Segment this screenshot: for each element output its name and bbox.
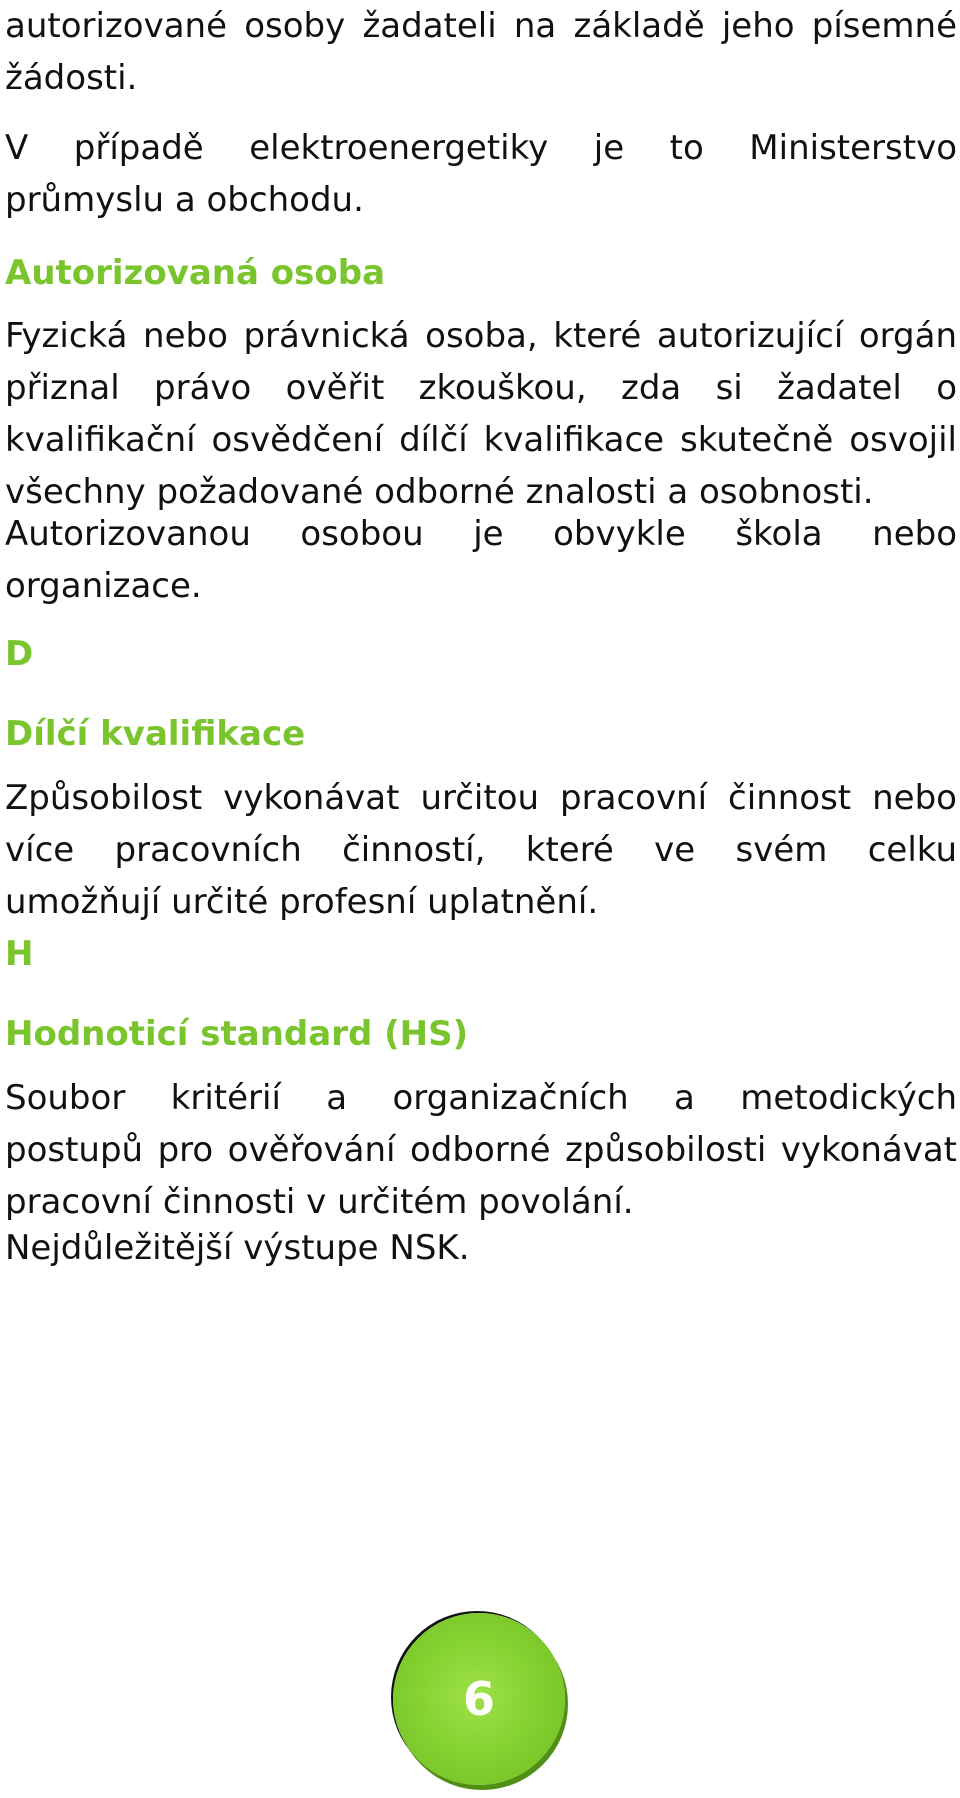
paragraph-nsk-note: Nejdůležitější výstupe NSK. xyxy=(5,1228,470,1268)
text-line: postupů pro ověřování odborné způsobilos… xyxy=(5,1130,957,1170)
paragraph-definition-autorizovana: Fyzická nebo právnická osoba, které auto… xyxy=(5,310,957,518)
text-line: autorizované osoby žadateli na základě j… xyxy=(5,6,957,46)
text-line: kvalifikační osvědčení dílčí kvalifikace… xyxy=(5,420,957,460)
text-line: umožňují určité profesní uplatnění. xyxy=(5,882,599,922)
page-number: 6 xyxy=(462,1672,495,1726)
text-line: organizace. xyxy=(5,566,202,606)
paragraph-definition-hodnotici: Soubor kritérií a organizačních a metodi… xyxy=(5,1072,957,1228)
heading-autorizovana-osoba: Autorizovaná osoba xyxy=(5,253,386,293)
paragraph-ministry: V případě elektroenergetiky je to Minist… xyxy=(5,122,957,226)
paragraph-definition-dilci: Způsobilost vykonávat určitou pracovní č… xyxy=(5,772,957,928)
text-line: pracovní činnosti v určitém povolání. xyxy=(5,1182,634,1222)
paragraph-intro: autorizované osoby žadateli na základě j… xyxy=(5,0,957,104)
text-line: Fyzická nebo právnická osoba, které auto… xyxy=(5,316,957,356)
text-line: přiznal právo ověřit zkouškou, zda si ža… xyxy=(5,368,957,408)
text-line: žádosti. xyxy=(5,58,138,98)
heading-hodnotici-standard: Hodnoticí standard (HS) xyxy=(5,1014,469,1054)
text-line: Způsobilost vykonávat určitou pracovní č… xyxy=(5,778,957,818)
paragraph-autorizovana-example: Autorizovanou osobou je obvykle škola ne… xyxy=(5,508,957,612)
section-letter-h: H xyxy=(5,934,34,974)
heading-dilci-kvalifikace: Dílčí kvalifikace xyxy=(5,714,306,754)
text-line: Autorizovanou osobou je obvykle škola ne… xyxy=(5,514,957,554)
text-line: průmyslu a obchodu. xyxy=(5,180,364,220)
section-letter-d: D xyxy=(5,634,34,674)
text-line: Soubor kritérií a organizačních a metodi… xyxy=(5,1078,957,1118)
text-line: V případě elektroenergetiky je to Minist… xyxy=(5,128,957,168)
page-number-badge: 6 xyxy=(393,1613,565,1785)
text-line: více pracovních činností, které ve svém … xyxy=(5,830,957,870)
